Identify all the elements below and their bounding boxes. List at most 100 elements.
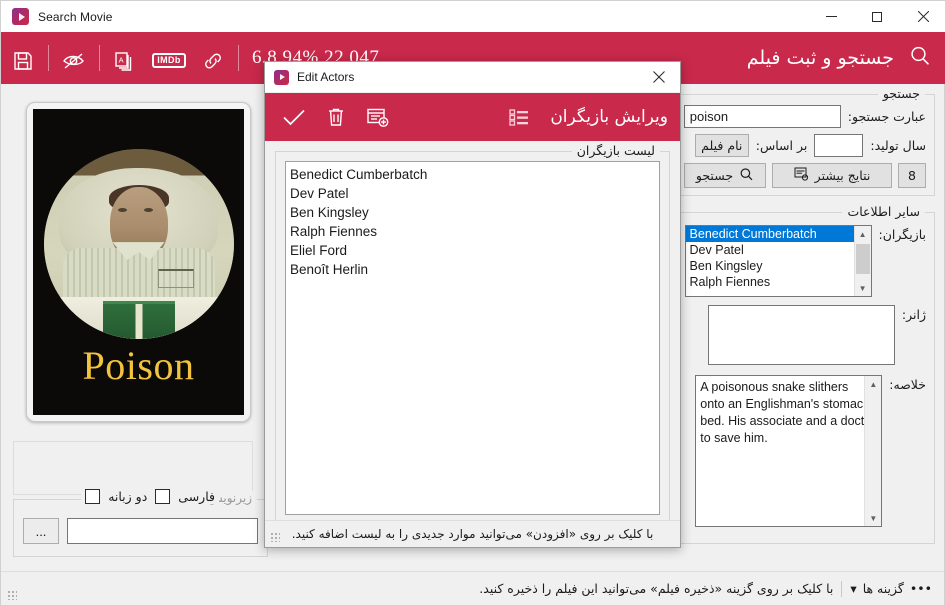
- check-icon[interactable]: [277, 100, 311, 134]
- statusbar-separator: [841, 580, 843, 597]
- actors-listbox[interactable]: Benedict Cumberbatch Dev Patel Ben Kings…: [684, 225, 872, 297]
- search-group: جستجو عبارت جستجو: poison سال تولید: بر …: [671, 86, 935, 196]
- dialog-statusbar: با کلیک بر روی «افزودن» می‌توانید موارد …: [265, 520, 680, 547]
- dialog-status-text: با کلیک بر روی «افزودن» می‌توانید موارد …: [291, 527, 654, 541]
- options-label: گزینه ها: [862, 581, 904, 596]
- minimize-icon[interactable]: [808, 1, 854, 32]
- scroll-down-icon[interactable]: ▼: [865, 510, 881, 526]
- search-basis-label: بر اساس:: [755, 138, 808, 153]
- browse-subtitle-button[interactable]: ...: [23, 518, 59, 544]
- appbar-title: جستجو و ثبت فیلم: [746, 47, 894, 69]
- window-controls: [808, 1, 945, 32]
- edit-actors-dialog: Edit Actors ویرایش بازیگران لیست بازیگرا…: [264, 61, 681, 548]
- summary-scrollbar[interactable]: ▲ ▼: [864, 376, 882, 526]
- genre-field-label: ژانر:: [901, 307, 926, 322]
- close-icon[interactable]: [900, 1, 945, 32]
- resize-grip[interactable]: [7, 590, 17, 600]
- options-menu-button[interactable]: ••• گزینه ها ▾: [850, 581, 932, 596]
- checkbox-farsi[interactable]: [155, 489, 171, 504]
- play-logo-icon: [274, 69, 289, 85]
- scroll-down-icon[interactable]: ▼: [855, 280, 871, 296]
- summary-line: bed. His associate and a doctor race: [700, 414, 881, 428]
- movie-poster[interactable]: Poison: [26, 102, 251, 422]
- eye-slash-icon[interactable]: [52, 40, 96, 82]
- more-results-icon: [794, 167, 809, 184]
- search-query-label: عبارت جستجو:: [847, 109, 926, 124]
- dialog-content: لیست بازیگران Benedict Cumberbatch Dev P…: [265, 141, 680, 535]
- results-count-button[interactable]: 8: [898, 163, 926, 188]
- actors-list-legend: لیست بازیگران: [571, 143, 660, 158]
- chevron-down-icon: ▾: [850, 581, 857, 596]
- dialog-title: Edit Actors: [297, 70, 355, 84]
- list-item[interactable]: Benedict Cumberbatch: [290, 165, 655, 184]
- poster-image: Poison: [33, 109, 244, 415]
- list-item[interactable]: Ben Kingsley: [290, 203, 655, 222]
- search-basis-dropdown[interactable]: نام فیلم: [694, 134, 749, 157]
- window-title: Search Movie: [38, 9, 113, 24]
- production-year-input[interactable]: [814, 134, 864, 157]
- imdb-icon[interactable]: IMDb: [147, 40, 191, 82]
- save-icon[interactable]: [1, 40, 45, 82]
- trash-icon[interactable]: [319, 100, 353, 134]
- subtitle-path-row: ...: [23, 518, 258, 544]
- search-button[interactable]: جستجو: [684, 163, 766, 188]
- dialog-titlebar: Edit Actors: [265, 62, 680, 93]
- scrollbar-thumb[interactable]: [855, 244, 870, 274]
- checkbox-label-bilingual: دو زبانه: [108, 489, 148, 504]
- summary-line: onto an Englishman's stomach in: [700, 397, 883, 411]
- statusbar-hint: با کلیک بر روی گزینه «ذخیره فیلم» می‌توا…: [479, 581, 834, 596]
- toolbar-separator: [48, 45, 49, 71]
- list-item[interactable]: Benoît Herlin: [290, 260, 655, 279]
- search-query-input[interactable]: poison: [683, 105, 841, 128]
- search-icon[interactable]: [908, 44, 932, 73]
- dialog-resize-grip[interactable]: [270, 532, 280, 542]
- toolbar-separator: [238, 45, 239, 71]
- play-logo-icon: [12, 8, 29, 25]
- subtitle-checkbox-row: فارسی دو زبانه: [81, 489, 219, 504]
- other-info-group-legend: سایر اطلاعات: [842, 204, 925, 219]
- poster-info-box: [13, 441, 253, 495]
- close-icon[interactable]: [638, 62, 680, 92]
- imdb-label: IMDb: [152, 53, 186, 68]
- checkbox-label-farsi: فارسی: [178, 489, 215, 504]
- right-panel: جستجو عبارت جستجو: poison سال تولید: بر …: [659, 84, 944, 571]
- dialog-toolbar-actions: [277, 100, 395, 134]
- more-results-label: نتایج بیشتر: [814, 168, 871, 183]
- checkbox-bilingual[interactable]: [85, 489, 101, 504]
- summary-line: to save him.: [700, 431, 768, 445]
- more-results-button[interactable]: نتایج بیشتر: [772, 163, 892, 188]
- summary-textarea[interactable]: A poisonous snake slithers onto an Engli…: [695, 375, 883, 527]
- add-list-item-icon[interactable]: [361, 100, 395, 134]
- poster-title: Poison: [82, 343, 195, 388]
- list-item[interactable]: Dev Patel: [290, 184, 655, 203]
- scroll-up-icon[interactable]: ▲: [865, 376, 881, 392]
- list-item[interactable]: Ralph Fiennes: [686, 274, 871, 290]
- list-item[interactable]: Dev Patel: [686, 242, 871, 258]
- other-info-group: سایر اطلاعات بازیگران: Benedict Cumberba…: [671, 204, 935, 544]
- scroll-up-icon[interactable]: ▲: [855, 226, 871, 242]
- actors-scrollbar[interactable]: ▲ ▼: [853, 226, 871, 296]
- actors-list-group: لیست بازیگران Benedict Cumberbatch Dev P…: [275, 143, 670, 525]
- production-year-label: سال تولید:: [870, 138, 926, 153]
- genre-input[interactable]: [707, 305, 895, 365]
- list-item[interactable]: Eliel Ford: [290, 241, 655, 260]
- list-item[interactable]: Benedict Cumberbatch: [685, 226, 871, 242]
- toolbar-separator: [99, 45, 100, 71]
- poster-photo: [43, 149, 234, 339]
- search-icon: [739, 167, 754, 185]
- copy-pages-icon[interactable]: A: [103, 40, 147, 82]
- maximize-icon[interactable]: [854, 1, 900, 32]
- window-titlebar: Search Movie: [1, 1, 945, 32]
- subtitle-group: زیرنویس فارسی دو زبانه ...: [13, 489, 268, 557]
- link-icon[interactable]: [191, 40, 235, 82]
- summary-field-label: خلاصه:: [889, 377, 926, 392]
- options-dots-icon: •••: [909, 581, 932, 596]
- bullet-list-icon[interactable]: [502, 100, 536, 134]
- main-statusbar: ••• گزینه ها ▾ با کلیک بر روی گزینه «ذخی…: [1, 571, 944, 605]
- summary-line: A poisonous snake slithers: [700, 380, 849, 394]
- list-item[interactable]: Ralph Fiennes: [290, 222, 655, 241]
- list-item[interactable]: Ben Kingsley: [686, 258, 871, 274]
- dialog-actors-listbox[interactable]: Benedict Cumberbatch Dev Patel Ben Kings…: [285, 161, 660, 515]
- subtitle-path-input[interactable]: [67, 518, 258, 544]
- dialog-toolbar: ویرایش بازیگران: [265, 93, 680, 141]
